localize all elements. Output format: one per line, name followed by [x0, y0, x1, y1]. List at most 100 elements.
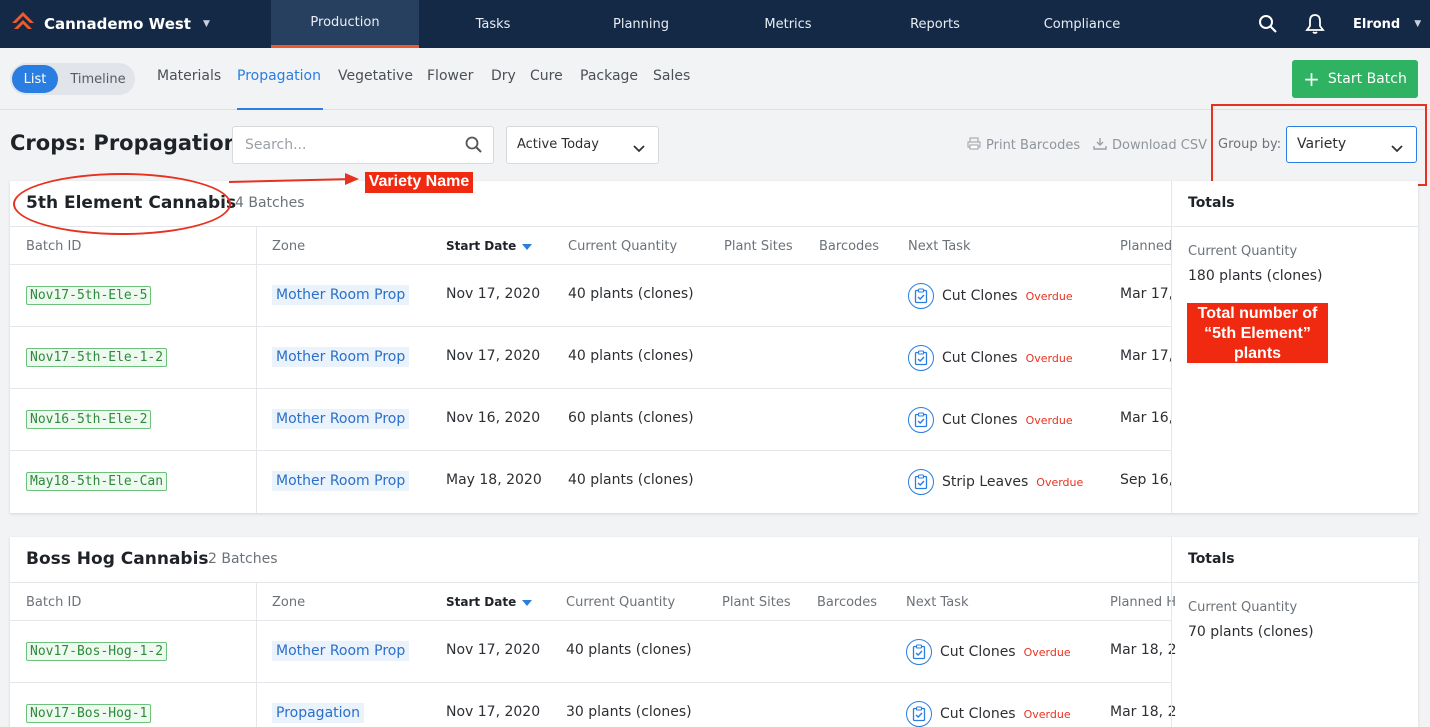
annotation-arrow: [229, 173, 359, 185]
nav-tab-metrics[interactable]: Metrics: [714, 0, 862, 48]
stage-tab-package[interactable]: Package: [580, 68, 638, 84]
table-row[interactable]: Nov17-5th-Ele-5 Mother Room Prop Nov 17,…: [10, 265, 1173, 327]
download-icon: [1093, 137, 1107, 154]
next-task[interactable]: Strip Leaves Overdue: [908, 469, 1083, 495]
stage-tab-cure[interactable]: Cure: [530, 68, 563, 84]
clipboard-check-icon: [908, 407, 934, 433]
table-header: Batch ID Zone Start Date Current Quantit…: [10, 582, 1176, 621]
col-planned[interactable]: Planned H: [1110, 595, 1176, 610]
col-start-date[interactable]: Start Date: [446, 595, 533, 609]
col-plant-sites[interactable]: Plant Sites: [724, 239, 793, 254]
col-planned[interactable]: Planned: [1120, 239, 1172, 254]
clipboard-check-icon: [908, 283, 934, 309]
zone-link[interactable]: Mother Room Prop: [272, 409, 410, 429]
planned-date: Sep 16,: [1120, 472, 1174, 488]
col-barcodes[interactable]: Barcodes: [819, 239, 879, 254]
col-plant-sites[interactable]: Plant Sites: [722, 595, 791, 610]
start-date: Nov 16, 2020: [446, 410, 541, 426]
sort-desc-icon: [522, 599, 533, 606]
view-timeline-button[interactable]: Timeline: [64, 65, 132, 93]
nav-tab-compliance[interactable]: Compliance: [1008, 0, 1156, 48]
zone-link[interactable]: Mother Room Prop: [272, 347, 410, 367]
next-task[interactable]: Cut Clones Overdue: [908, 345, 1073, 371]
table-header: Batch ID Zone Start Date Current Quantit…: [10, 226, 1172, 265]
logo-icon: [10, 10, 36, 38]
stage-tab-materials[interactable]: Materials: [157, 68, 221, 84]
batch-id-link[interactable]: Nov17-Bos-Hog-1-2: [26, 642, 168, 661]
search-input[interactable]: Search...: [232, 126, 494, 164]
date-filter-select[interactable]: Active Today: [506, 126, 659, 164]
search-icon: [465, 136, 483, 158]
batch-id-link[interactable]: Nov17-5th-Ele-5: [26, 286, 152, 305]
planned-date: Mar 18, 2: [1110, 704, 1177, 720]
col-barcodes[interactable]: Barcodes: [817, 595, 877, 610]
stage-tab-propagation[interactable]: Propagation: [237, 68, 321, 84]
col-current-quantity[interactable]: Current Quantity: [568, 239, 677, 254]
annotation-line: “5th Element”: [1204, 325, 1311, 342]
start-batch-label: Start Batch: [1327, 71, 1407, 87]
overdue-badge: Overdue: [1025, 351, 1073, 365]
totals-label: Current Quantity: [1188, 244, 1298, 259]
col-batch-id[interactable]: Batch ID: [26, 595, 81, 610]
download-csv-link[interactable]: Download CSV: [1093, 137, 1207, 154]
totals-label: Current Quantity: [1188, 600, 1298, 615]
table-row[interactable]: Nov17-Bos-Hog-1 Propagation Nov 17, 2020…: [10, 683, 1177, 727]
chevron-down-icon: ▼: [202, 19, 210, 29]
zone-link[interactable]: Mother Room Prop: [272, 285, 410, 305]
nav-tab-planning[interactable]: Planning: [567, 0, 715, 48]
nav-tab-reports[interactable]: Reports: [861, 0, 1009, 48]
user-menu[interactable]: Elrond ▼: [1353, 0, 1421, 48]
col-batch-id[interactable]: Batch ID: [26, 239, 81, 254]
task-name: Cut Clones: [942, 350, 1018, 366]
overdue-badge: Overdue: [1023, 645, 1071, 659]
next-task[interactable]: Cut Clones Overdue: [908, 407, 1073, 433]
totals-value: 180 plants (clones): [1188, 268, 1323, 284]
nav-tab-tasks[interactable]: Tasks: [419, 0, 567, 48]
print-barcodes-link[interactable]: Print Barcodes: [967, 137, 1080, 154]
next-task[interactable]: Cut Clones Overdue: [906, 701, 1071, 727]
zone-link[interactable]: Propagation: [272, 703, 364, 723]
table-row[interactable]: May18-5th-Ele-Can Mother Room Prop May 1…: [10, 451, 1174, 513]
plus-icon: +: [1303, 67, 1320, 91]
view-list-button[interactable]: List: [12, 65, 58, 93]
facility-switcher[interactable]: Cannademo West ▼: [10, 0, 210, 48]
stage-tab-vegetative[interactable]: Vegetative: [338, 68, 413, 84]
next-task[interactable]: Cut Clones Overdue: [908, 283, 1073, 309]
col-start-date-label: Start Date: [446, 239, 517, 253]
batch-id-link[interactable]: Nov17-5th-Ele-1-2: [26, 348, 168, 367]
col-next-task[interactable]: Next Task: [908, 239, 970, 254]
stage-nav: List Timeline Materials Propagation Vege…: [0, 48, 1430, 110]
planned-date: Mar 18, 2: [1110, 642, 1177, 658]
col-next-task[interactable]: Next Task: [906, 595, 968, 610]
clipboard-check-icon: [908, 469, 934, 495]
batch-id-link[interactable]: May18-5th-Ele-Can: [26, 472, 168, 491]
batch-id-link[interactable]: Nov17-Bos-Hog-1: [26, 704, 152, 723]
variety-group-table: Boss Hog Cannabis 2 Batches Batch ID Zon…: [10, 537, 1177, 727]
stage-tab-sales[interactable]: Sales: [653, 68, 690, 84]
current-quantity: 40 plants (clones): [568, 286, 694, 302]
zone-link[interactable]: Mother Room Prop: [272, 471, 410, 491]
nav-tab-production[interactable]: Production: [271, 0, 419, 48]
table-row[interactable]: Nov16-5th-Ele-2 Mother Room Prop Nov 16,…: [10, 389, 1173, 451]
facility-name: Cannademo West: [44, 15, 191, 33]
table-row[interactable]: Nov17-5th-Ele-1-2 Mother Room Prop Nov 1…: [10, 327, 1173, 389]
batch-id-link[interactable]: Nov16-5th-Ele-2: [26, 410, 152, 429]
col-start-date[interactable]: Start Date: [446, 239, 533, 253]
bell-icon[interactable]: [1303, 12, 1327, 36]
search-icon[interactable]: [1256, 12, 1280, 36]
col-zone[interactable]: Zone: [272, 239, 305, 254]
annotation-line: plants: [1233, 345, 1282, 362]
zone-link[interactable]: Mother Room Prop: [272, 641, 410, 661]
next-task[interactable]: Cut Clones Overdue: [906, 639, 1071, 665]
stage-tab-dry[interactable]: Dry: [491, 68, 516, 84]
batch-count: 4 Batches: [235, 195, 305, 211]
table-row[interactable]: Nov17-Bos-Hog-1-2 Mother Room Prop Nov 1…: [10, 621, 1177, 683]
stage-tab-flower[interactable]: Flower: [427, 68, 473, 84]
start-date: Nov 17, 2020: [446, 348, 541, 364]
start-batch-button[interactable]: + Start Batch: [1292, 60, 1418, 98]
overdue-badge: Overdue: [1025, 289, 1073, 303]
current-quantity: 30 plants (clones): [566, 704, 692, 720]
col-zone[interactable]: Zone: [272, 595, 305, 610]
overdue-badge: Overdue: [1025, 413, 1073, 427]
col-current-quantity[interactable]: Current Quantity: [566, 595, 675, 610]
